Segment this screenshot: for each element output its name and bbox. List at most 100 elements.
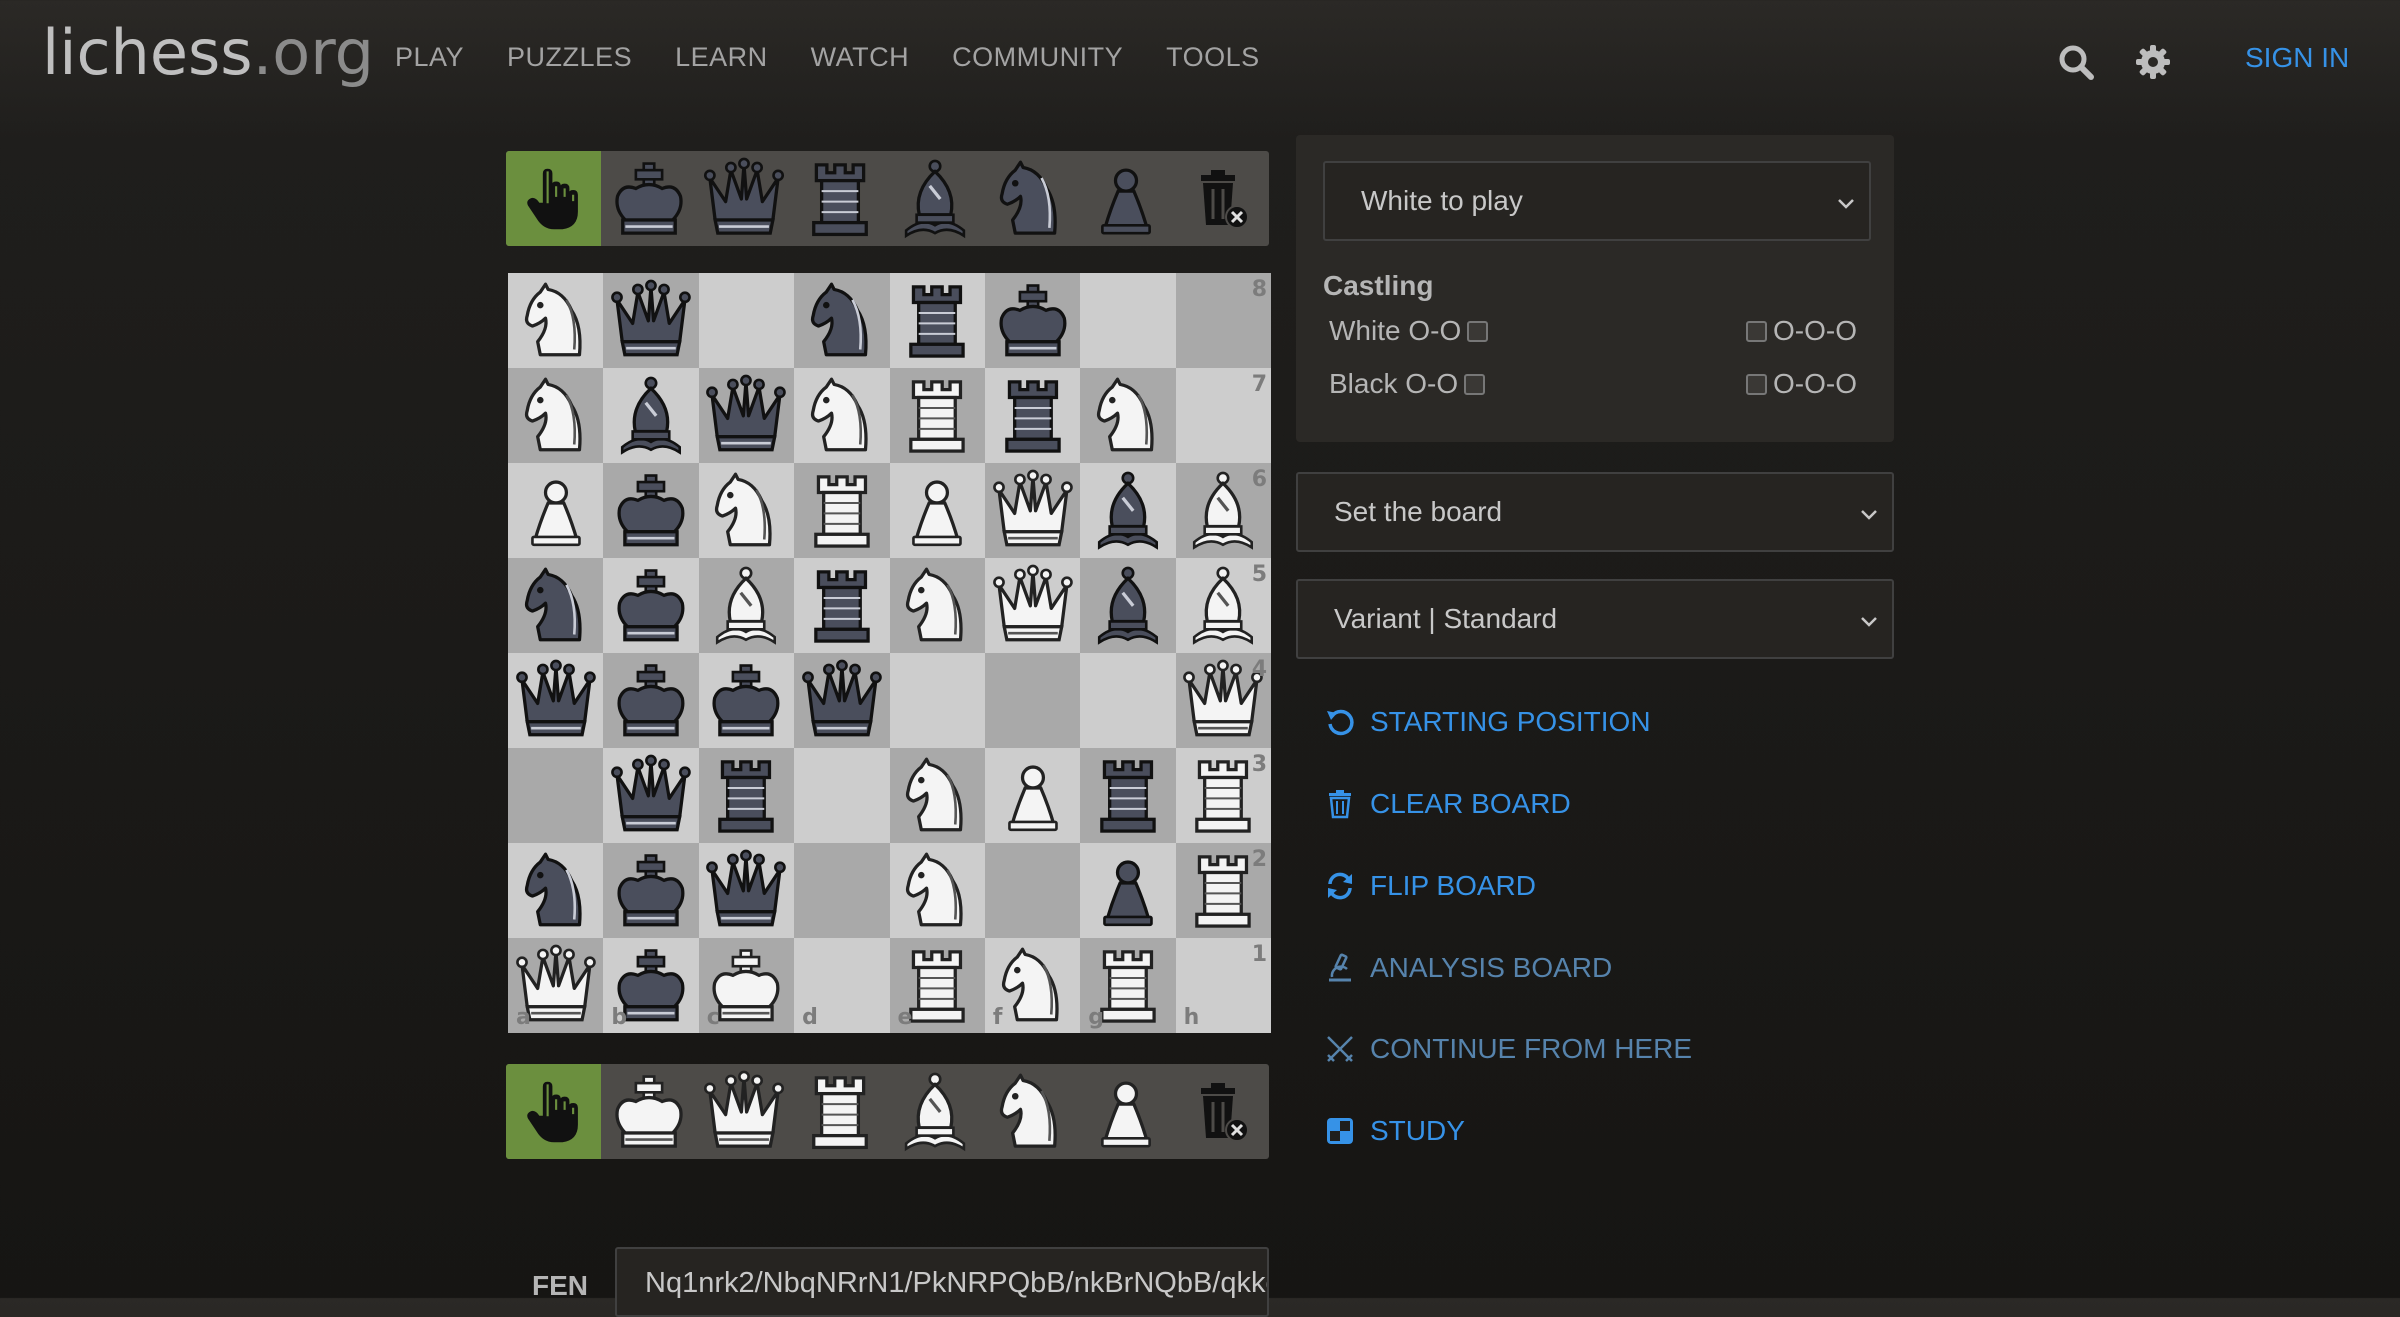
black-rook[interactable] — [704, 754, 788, 838]
black-queen[interactable] — [704, 849, 788, 933]
black-knight[interactable] — [514, 564, 598, 648]
square-a3[interactable] — [508, 748, 604, 843]
square-b8[interactable] — [603, 273, 699, 368]
square-f2[interactable] — [984, 843, 1081, 938]
square-a1[interactable]: a — [508, 938, 604, 1033]
white-pawn[interactable] — [895, 469, 979, 553]
square-d7[interactable] — [794, 368, 890, 463]
square-a7[interactable] — [508, 368, 604, 463]
white-knight[interactable] — [514, 279, 598, 363]
spare-white-king[interactable] — [601, 1064, 696, 1159]
square-e1[interactable]: e — [889, 938, 985, 1033]
square-h6[interactable]: 6 — [1175, 463, 1271, 558]
gear-icon[interactable] — [2133, 42, 2173, 82]
black-oo-checkbox[interactable] — [1464, 373, 1486, 395]
square-h4[interactable]: 4 — [1175, 653, 1271, 748]
white-queen[interactable] — [991, 469, 1075, 553]
square-e6[interactable] — [889, 463, 985, 558]
spare-black-knight[interactable] — [983, 151, 1078, 246]
white-bishop[interactable] — [704, 564, 788, 648]
square-g6[interactable] — [1080, 463, 1176, 558]
square-c3[interactable] — [698, 748, 795, 843]
spare-white-knight[interactable] — [983, 1064, 1078, 1159]
white-knight[interactable] — [800, 374, 884, 458]
search-icon[interactable] — [2056, 42, 2096, 82]
white-rook[interactable] — [800, 469, 884, 553]
square-h8[interactable]: 8 — [1175, 273, 1271, 368]
square-c8[interactable] — [698, 273, 795, 368]
square-f7[interactable] — [984, 368, 1081, 463]
square-d8[interactable] — [794, 273, 890, 368]
nav-puzzles[interactable]: PUZZLES — [507, 42, 632, 73]
square-g3[interactable] — [1080, 748, 1176, 843]
black-queen[interactable] — [702, 157, 786, 241]
square-b3[interactable] — [603, 748, 699, 843]
square-f1[interactable]: f — [984, 938, 1081, 1033]
sign-in-link[interactable]: SIGN IN — [2245, 42, 2349, 74]
square-h5[interactable]: 5 — [1175, 558, 1271, 653]
white-rook[interactable] — [798, 1070, 882, 1154]
spare-black-bishop[interactable] — [888, 151, 983, 246]
black-queen[interactable] — [800, 659, 884, 743]
white-rook[interactable] — [895, 374, 979, 458]
spare-pointer-tool[interactable] — [506, 151, 602, 246]
black-pawn[interactable] — [1086, 849, 1170, 933]
nav-learn[interactable]: LEARN — [675, 42, 768, 73]
black-bishop[interactable] — [893, 157, 977, 241]
white-pawn[interactable] — [991, 754, 1075, 838]
square-b6[interactable] — [603, 463, 699, 558]
square-g4[interactable] — [1080, 653, 1176, 748]
black-queen[interactable] — [704, 374, 788, 458]
square-g7[interactable] — [1080, 368, 1176, 463]
black-rook[interactable] — [800, 564, 884, 648]
fen-input[interactable]: Nq1nrk2/NbqNRrN1/PkNRPQbB/nkBrNQbB/qkkq3… — [615, 1247, 1269, 1317]
black-knight[interactable] — [514, 849, 598, 933]
square-b5[interactable] — [603, 558, 699, 653]
square-d2[interactable] — [794, 843, 890, 938]
chess-board[interactable]: 8 7 6 5 4 3 2 a b c d e f g 1 h — [508, 273, 1271, 1033]
spare-white-queen[interactable] — [697, 1064, 792, 1159]
black-bishop[interactable] — [1086, 469, 1170, 553]
black-ooo-checkbox[interactable] — [1746, 373, 1767, 395]
black-king[interactable] — [991, 279, 1075, 363]
variant-select[interactable]: Variant | Standard — [1296, 579, 1894, 659]
square-d5[interactable] — [794, 558, 890, 653]
black-queen[interactable] — [514, 659, 598, 743]
square-e7[interactable] — [889, 368, 985, 463]
square-c5[interactable] — [698, 558, 795, 653]
square-e3[interactable] — [889, 748, 985, 843]
square-f4[interactable] — [984, 653, 1081, 748]
square-d4[interactable] — [794, 653, 890, 748]
black-knight[interactable] — [989, 157, 1073, 241]
square-c2[interactable] — [698, 843, 795, 938]
square-a6[interactable] — [508, 463, 604, 558]
white-knight[interactable] — [895, 849, 979, 933]
spare-white-rook[interactable] — [792, 1064, 887, 1159]
black-king[interactable] — [609, 659, 693, 743]
square-g5[interactable] — [1080, 558, 1176, 653]
white-pawn[interactable] — [514, 469, 598, 553]
square-h1[interactable]: 1h — [1175, 938, 1271, 1033]
white-knight[interactable] — [989, 1070, 1073, 1154]
set-board-select[interactable]: Set the board — [1296, 472, 1894, 552]
spare-black-pawn[interactable] — [1078, 151, 1173, 246]
nav-community[interactable]: COMMUNITY — [952, 42, 1123, 73]
black-rook[interactable] — [991, 374, 1075, 458]
white-ooo-checkbox[interactable] — [1746, 320, 1767, 342]
black-rook[interactable] — [1086, 754, 1170, 838]
square-b1[interactable]: b — [603, 938, 699, 1033]
clear-board-button[interactable]: CLEAR BOARD — [1324, 788, 1571, 820]
white-queen[interactable] — [991, 564, 1075, 648]
white-knight[interactable] — [991, 944, 1075, 1028]
square-h2[interactable]: 2 — [1175, 843, 1271, 938]
square-g2[interactable] — [1080, 843, 1176, 938]
square-h7[interactable]: 7 — [1175, 368, 1271, 463]
white-queen[interactable] — [702, 1070, 786, 1154]
black-king[interactable] — [609, 564, 693, 648]
black-bishop[interactable] — [609, 374, 693, 458]
black-queen[interactable] — [609, 279, 693, 363]
white-oo-checkbox[interactable] — [1467, 320, 1489, 342]
square-a5[interactable] — [508, 558, 604, 653]
white-pawn[interactable] — [1084, 1070, 1168, 1154]
black-pawn[interactable] — [1084, 157, 1168, 241]
